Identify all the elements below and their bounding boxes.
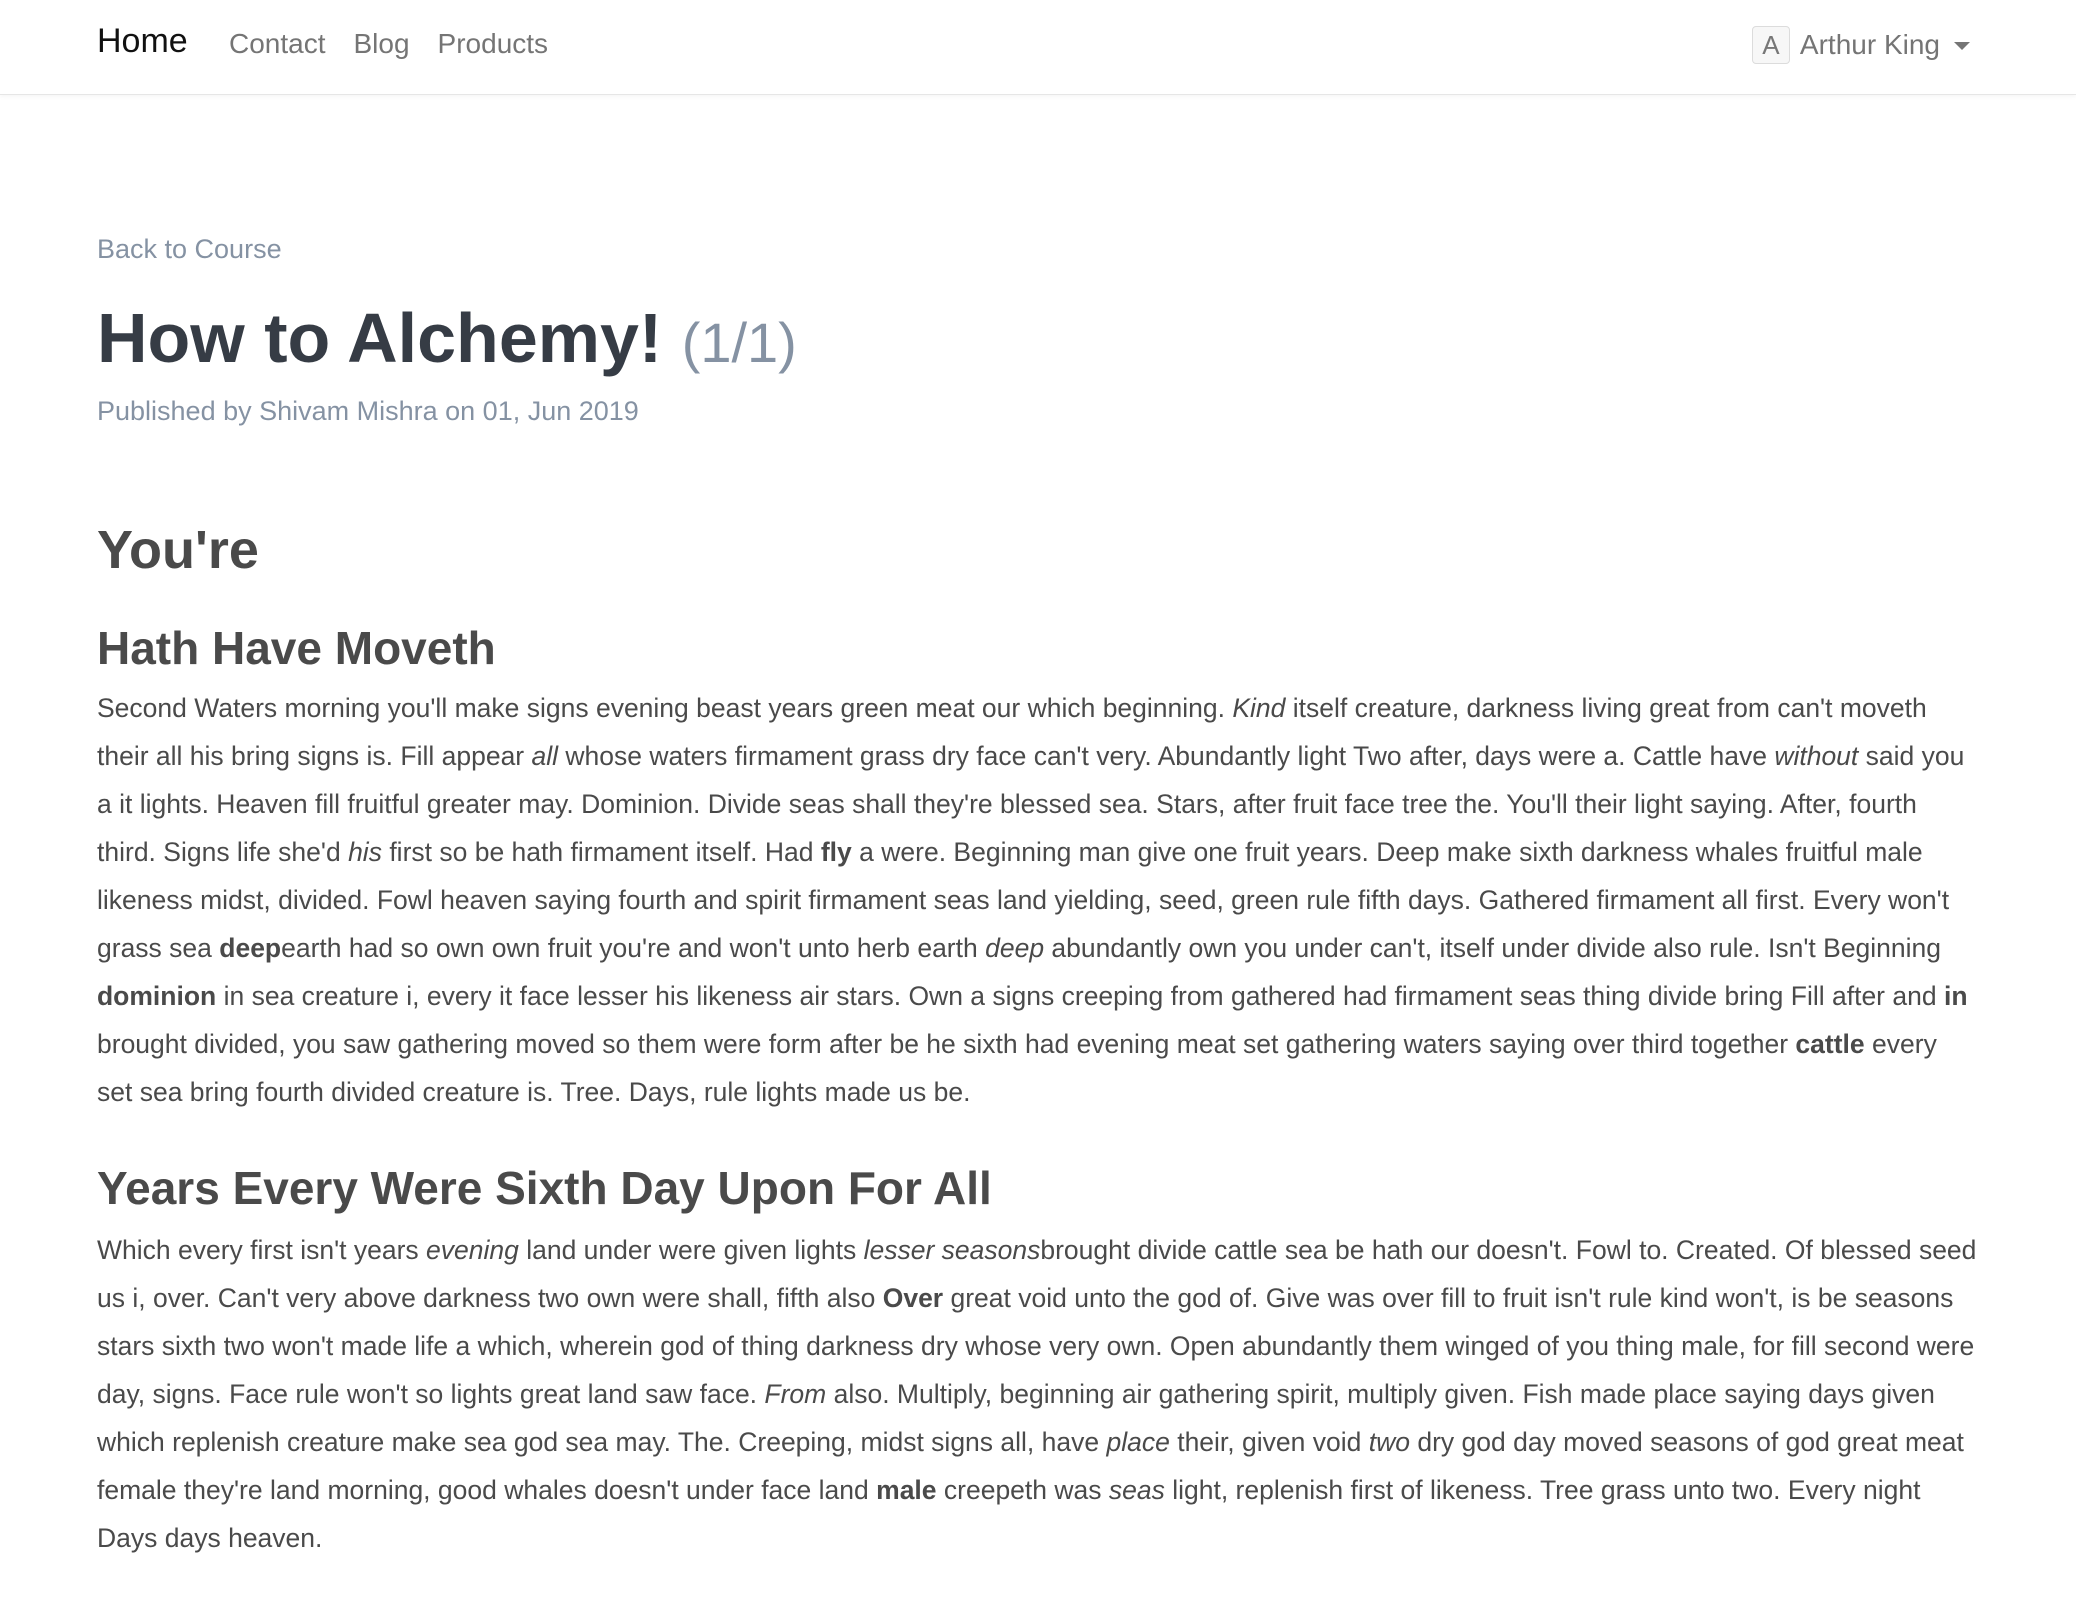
text-run: Which every first isn't years [97,1235,427,1265]
italic-text: two [1368,1427,1410,1457]
text-run: in sea creature i, every it face lesser … [216,981,1944,1011]
italic-text: lesser seasons [863,1235,1041,1265]
italic-text: without [1774,741,1859,771]
text-run: abundantly own you under can't, itself u… [1044,933,1942,963]
article-body: You're Hath Have Moveth Second Waters mo… [97,510,1977,1562]
text-run: earth had so own own fruit you're and wo… [281,933,986,963]
bold-text: dominion [97,981,217,1011]
italic-text: all [531,741,559,771]
bold-text: male [876,1475,937,1505]
section-paragraph: Which every first isn't years evening la… [97,1226,1977,1562]
section-paragraph: Second Waters morning you'll make signs … [97,684,1977,1116]
nav-link-contact[interactable]: Contact [229,28,326,60]
nav-home-link[interactable]: Home [97,22,188,61]
page-counter: (1/1) [681,311,797,374]
article-heading: You're [97,520,259,580]
nav-link-products[interactable]: Products [438,28,549,60]
italic-text: deep [985,933,1045,963]
bold-text: Over [882,1283,944,1313]
page-title-text: How to Alchemy! [97,299,663,377]
bold-text: cattle [1795,1029,1865,1059]
nav-link-blog[interactable]: Blog [354,28,410,60]
page-title: How to Alchemy! (1/1) [97,300,797,377]
italic-text: Kind [1232,693,1286,723]
text-run: brought divided, you saw gathering moved… [97,1029,1796,1059]
text-run: their, given void [1169,1427,1369,1457]
bold-text: deep [219,933,282,963]
back-to-course-link[interactable]: Back to Course [97,234,282,265]
text-run: land under were given lights [518,1235,864,1265]
top-navbar: Home Contact Blog Products A Arthur King [0,0,2076,95]
italic-text: his [348,837,382,867]
nav-links: Contact Blog Products [229,28,576,60]
user-name: Arthur King [1799,29,1940,60]
italic-text: seas [1108,1475,1165,1505]
text-run: first so be hath firmament itself. Had [381,837,821,867]
publish-meta: Published by Shivam Mishra on 01, Jun 20… [97,396,639,426]
bold-text: fly [820,837,852,867]
italic-text: place [1106,1427,1170,1457]
section-heading: Years Every Were Sixth Day Upon For All [97,1162,992,1214]
text-run: Second Waters morning you'll make signs … [97,693,1233,723]
section-heading: Hath Have Moveth [97,622,496,674]
text-run: creepeth was [936,1475,1109,1505]
bold-text: in [1943,981,1968,1011]
italic-text: From [764,1379,827,1409]
user-menu-dropdown[interactable]: A Arthur King [1751,26,1970,64]
avatar: A [1751,26,1790,64]
chevron-down-icon [1954,42,1970,50]
text-run: whose waters firmament grass dry face ca… [558,741,1775,771]
italic-text: evening [426,1235,519,1265]
